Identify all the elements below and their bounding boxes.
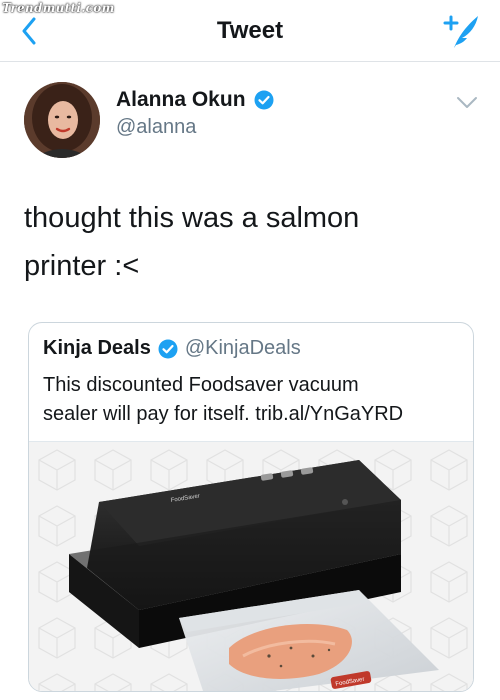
quoted-tweet-text: This discounted Foodsaver vacuum sealer … [43,371,463,429]
back-button[interactable] [14,14,44,48]
page-title: Tweet [216,16,284,44]
chevron-left-icon [22,17,36,45]
product-image[interactable]: FoodSaver FoodSaver [29,441,473,691]
verified-badge-icon [254,90,274,110]
quoted-tweet-card[interactable]: Kinja Deals @KinjaDeals This discounted … [28,322,474,692]
vacuum-sealer-image: FoodSaver FoodSaver [29,442,473,691]
tweet-text: thought this was a salmon printer :< [24,194,464,290]
chevron-down-icon[interactable] [456,96,478,110]
quoted-text-line[interactable]: sealer will pay for itself. trib.al/YnGa… [43,400,463,429]
verified-badge-icon [158,339,178,358]
avatar[interactable] [24,82,100,158]
tweet-text-line: printer :< [24,250,140,282]
quoted-author-name: Kinja Deals [43,337,151,359]
profile-photo-icon [24,82,100,158]
quoted-text-line: This discounted Foodsaver vacuum [43,374,359,396]
tweet-header: Alanna Okun @alanna [24,78,484,162]
tweet-text-line: thought this was a salmon [24,202,360,234]
compose-button[interactable] [440,12,482,50]
quoted-tweet-header: Kinja Deals @KinjaDeals [43,337,301,360]
author-handle[interactable]: @alanna [116,116,274,139]
compose-feather-icon [443,15,478,48]
top-navigation-bar: Tweet [0,0,500,62]
author-name[interactable]: Alanna Okun [116,88,246,112]
quoted-author-handle: @KinjaDeals [184,337,301,359]
author-info[interactable]: Alanna Okun @alanna [116,88,274,139]
